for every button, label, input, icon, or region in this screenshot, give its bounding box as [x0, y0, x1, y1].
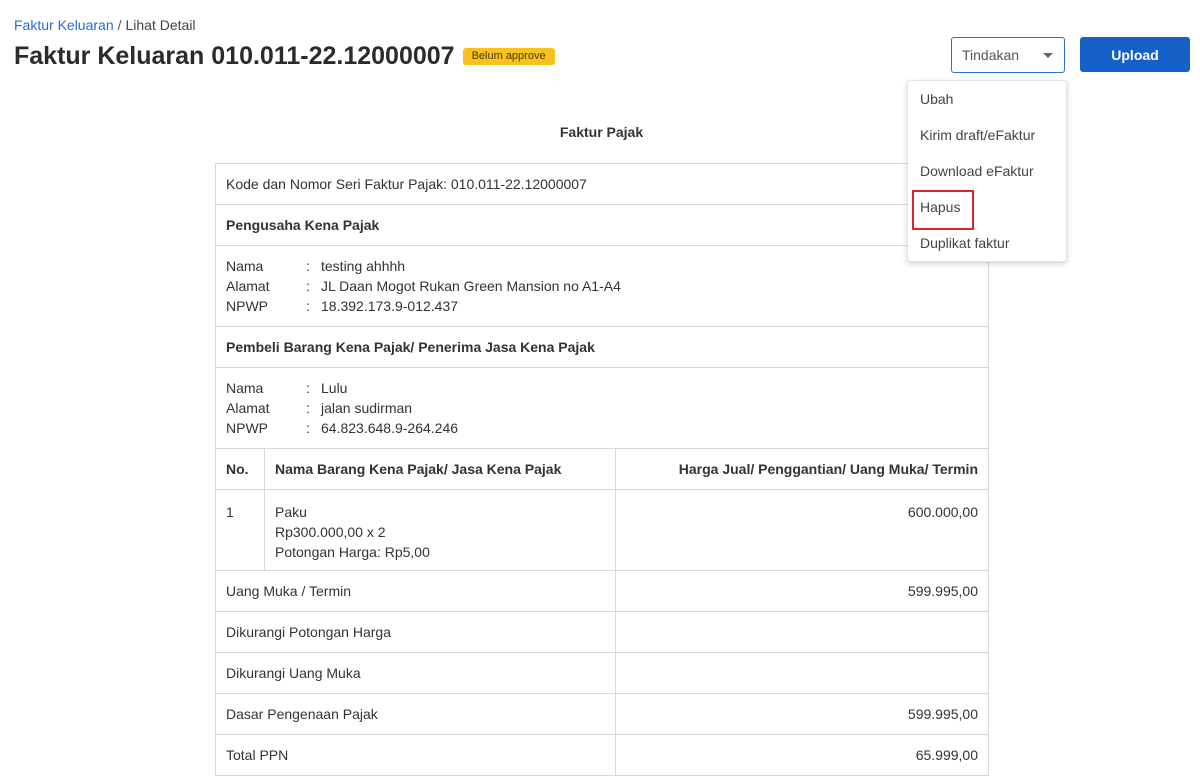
summary-value: 599.995,00: [614, 570, 989, 612]
summary-value: [614, 652, 989, 694]
pembeli-heading: Pembeli Barang Kena Pajak/ Penerima Jasa…: [215, 326, 989, 368]
pembeli-nama: Lulu: [321, 380, 348, 396]
tindakan-dropdown-menu: Ubah Kirim draft/eFaktur Download eFaktu…: [907, 80, 1067, 262]
menu-item-kirim-draft[interactable]: Kirim draft/eFaktur: [908, 117, 1066, 153]
item-no: 1: [215, 489, 265, 571]
kode-seri-row: Kode dan Nomor Seri Faktur Pajak: 010.01…: [215, 163, 989, 205]
column-header-nama-barang: Nama Barang Kena Pajak/ Jasa Kena Pajak: [263, 448, 616, 490]
page-title: Faktur Keluaran 010.011-22.12000007 Belu…: [14, 42, 555, 71]
column-header-harga: Harga Jual/ Penggantian/ Uang Muka/ Term…: [614, 448, 989, 490]
penjual-npwp-line: NPWP:18.392.173.9-012.437: [226, 296, 978, 316]
summary-label: Dasar Pengenaan Pajak: [215, 693, 616, 735]
status-badge: Belum approve: [462, 48, 555, 65]
breadcrumb-link-faktur-keluaran[interactable]: Faktur Keluaran: [14, 17, 114, 33]
penjual-nama-line: Nama: testing ahhhh: [226, 256, 978, 276]
breadcrumb: Faktur Keluaran / Lihat Detail: [14, 17, 196, 33]
summary-row: Dikurangi Uang Muka: [215, 652, 989, 694]
page-title-text: Faktur Keluaran 010.011-22.12000007: [14, 42, 455, 70]
penjual-info-row: Nama: testing ahhhh Alamat: JL Daan Mogot …: [215, 245, 989, 327]
pembeli-info-row: Nama: Lulu Alamat: jalan sudirman NPWP:64.…: [215, 367, 989, 449]
summary-label: Dikurangi Potongan Harga: [215, 611, 616, 653]
colon: :: [306, 278, 310, 294]
column-header-no: No.: [215, 448, 265, 490]
summary-row: Total PPN 65.999,00: [215, 734, 989, 776]
breadcrumb-current: Lihat Detail: [125, 17, 196, 33]
penjual-alamat: JL Daan Mogot Rukan Green Mansion no A1-…: [321, 278, 621, 294]
colon: :: [306, 420, 310, 436]
summary-value: [614, 611, 989, 653]
pembeli-nama-line: Nama: Lulu: [226, 378, 978, 398]
summary-label: Total PPN: [215, 734, 616, 776]
summary-value: 599.995,00: [614, 693, 989, 735]
nama-label: Nama: [226, 380, 264, 396]
item-harga: 600.000,00: [614, 489, 989, 571]
item-detail: Rp300.000,00 x 2: [274, 524, 386, 540]
pembeli-npwp-line: NPWP:64.823.648.9-264.246: [226, 418, 978, 438]
colon: :: [306, 258, 310, 274]
summary-row: Uang Muka / Termin 599.995,00: [215, 570, 989, 612]
summary-label: Dikurangi Uang Muka: [215, 652, 616, 694]
penjual-nama: testing ahhhh: [321, 258, 406, 274]
pembeli-alamat: jalan sudirman: [321, 400, 413, 416]
breadcrumb-separator: /: [117, 17, 122, 33]
summary-row: Dikurangi Potongan Harga: [215, 611, 989, 653]
menu-item-duplikat-faktur[interactable]: Duplikat faktur: [908, 225, 1066, 261]
faktur-pajak-table: Kode dan Nomor Seri Faktur Pajak: 010.01…: [215, 163, 989, 776]
item-potongan: Potongan Harga: Rp5,00: [274, 544, 430, 560]
caret-down-icon: [1043, 53, 1053, 58]
alamat-label: Alamat: [226, 278, 270, 294]
penjual-npwp: 18.392.173.9-012.437: [321, 298, 459, 314]
tindakan-label: Tindakan: [962, 47, 1020, 63]
menu-item-download-efaktur[interactable]: Download eFaktur: [908, 153, 1066, 189]
colon: :: [306, 380, 310, 396]
table-row: 1 Paku Rp300.000,00 x 2 Potongan Harga: …: [215, 489, 989, 571]
summary-label: Uang Muka / Termin: [215, 570, 616, 612]
penjual-heading: Pengusaha Kena Pajak: [215, 204, 989, 246]
penjual-info: Nama: testing ahhhh Alamat: JL Daan Mogot …: [215, 245, 989, 327]
item-description: Paku Rp300.000,00 x 2 Potongan Harga: Rp…: [263, 489, 616, 571]
document-title: Faktur Pajak: [559, 124, 644, 140]
table-header-row: No. Nama Barang Kena Pajak/ Jasa Kena Pa…: [215, 448, 989, 490]
colon: :: [306, 298, 310, 314]
pembeli-heading-row: Pembeli Barang Kena Pajak/ Penerima Jasa…: [215, 326, 989, 368]
alamat-label: Alamat: [226, 400, 270, 416]
summary-value: 65.999,00: [614, 734, 989, 776]
kode-seri-text: Kode dan Nomor Seri Faktur Pajak: 010.01…: [215, 163, 989, 205]
menu-item-hapus[interactable]: Hapus: [908, 189, 1066, 230]
tindakan-select[interactable]: Tindakan: [951, 37, 1065, 73]
colon: :: [306, 400, 310, 416]
summary-row: Dasar Pengenaan Pajak 599.995,00: [215, 693, 989, 735]
item-name: Paku: [274, 504, 307, 520]
nama-label: Nama: [226, 258, 264, 274]
menu-item-ubah[interactable]: Ubah: [908, 81, 1066, 117]
pembeli-info: Nama: Lulu Alamat: jalan sudirman NPWP:64.…: [215, 367, 989, 449]
npwp-label: NPWP: [226, 420, 268, 436]
upload-button[interactable]: Upload: [1080, 37, 1190, 72]
penjual-alamat-line: Alamat: JL Daan Mogot Rukan Green Mansion…: [226, 276, 978, 296]
penjual-heading-row: Pengusaha Kena Pajak: [215, 204, 989, 246]
npwp-label: NPWP: [226, 298, 268, 314]
pembeli-npwp: 64.823.648.9-264.246: [321, 420, 459, 436]
pembeli-alamat-line: Alamat: jalan sudirman: [226, 398, 978, 418]
